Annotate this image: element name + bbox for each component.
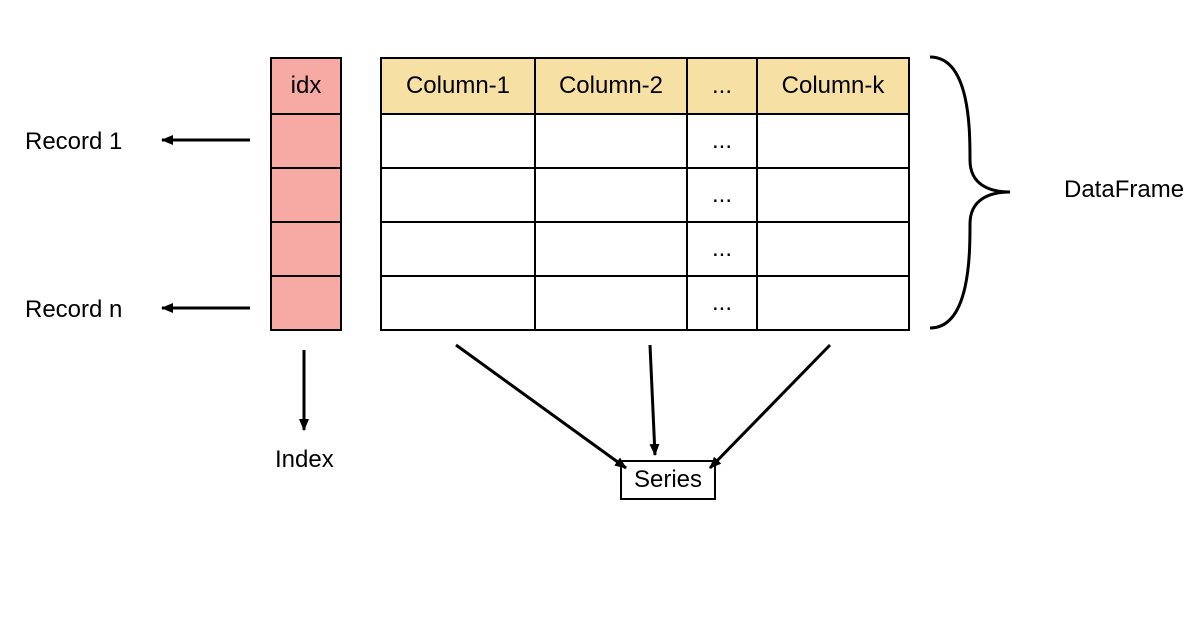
data-row: ... (382, 221, 908, 275)
col-header-2: Column-2 (534, 59, 686, 113)
data-cell (756, 115, 908, 167)
data-cell (534, 277, 686, 329)
data-cell-ellipsis: ... (686, 223, 756, 275)
data-cell (756, 277, 908, 329)
record-1-label: Record 1 (25, 128, 122, 156)
arrow-series-3 (710, 345, 830, 468)
dataframe-text-label: DataFrame (1064, 176, 1184, 204)
index-text-label: Index (275, 446, 334, 474)
data-cell (534, 169, 686, 221)
data-cell (534, 115, 686, 167)
data-row: ... (382, 167, 908, 221)
index-cell (272, 167, 340, 221)
data-cell (756, 223, 908, 275)
series-box: Series (620, 460, 716, 500)
data-cell (756, 169, 908, 221)
data-cell (534, 223, 686, 275)
data-cell (382, 277, 534, 329)
index-cell (272, 275, 340, 329)
data-cell-ellipsis: ... (686, 277, 756, 329)
header-row: Column-1 Column-2 ... Column-k (382, 59, 908, 113)
data-cell-ellipsis: ... (686, 115, 756, 167)
brace-dataframe (930, 57, 1010, 328)
index-header: idx (272, 59, 340, 113)
arrow-series-2 (650, 345, 655, 455)
data-cell-ellipsis: ... (686, 169, 756, 221)
index-cell (272, 221, 340, 275)
data-cell (382, 169, 534, 221)
col-header-k: Column-k (756, 59, 908, 113)
index-column: idx (270, 57, 342, 331)
data-table: Column-1 Column-2 ... Column-k ... ... .… (380, 57, 910, 331)
arrow-series-1 (456, 345, 626, 468)
data-cell (382, 115, 534, 167)
col-header-ellipsis: ... (686, 59, 756, 113)
col-header-1: Column-1 (382, 59, 534, 113)
data-row: ... (382, 275, 908, 329)
index-cell (272, 113, 340, 167)
data-cell (382, 223, 534, 275)
record-n-label: Record n (25, 296, 122, 324)
data-row: ... (382, 113, 908, 167)
